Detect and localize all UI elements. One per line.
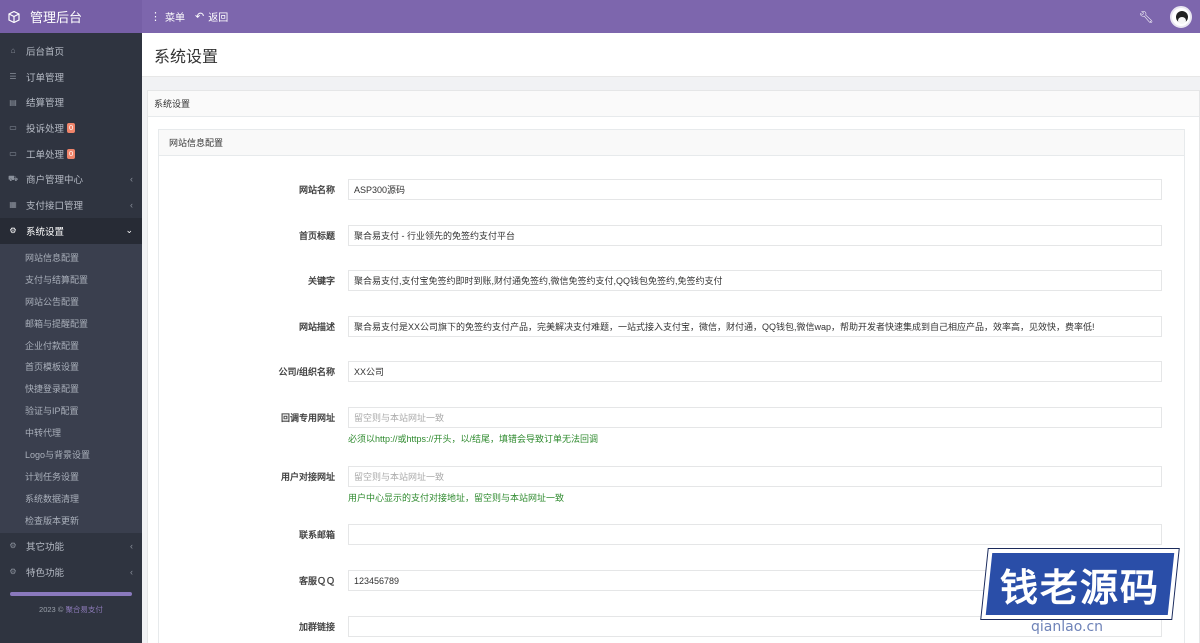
- sidebar-item-label: 商户管理中心: [26, 175, 84, 187]
- submenu-data-cleanup[interactable]: 系统数据清理: [0, 487, 142, 509]
- app-title: 管理后台: [30, 10, 83, 25]
- email-label: 联系邮箱: [298, 530, 335, 540]
- sidebar-item-label: 系统设置: [26, 226, 65, 238]
- sidebar-item-features[interactable]: ⚙ 特色功能 ‹: [0, 559, 142, 585]
- keywords-input[interactable]: 聚合易支付,支付宝免签约即时到账,财付通免签约,微信免签约支付,QQ钱包免签约,…: [348, 270, 1162, 291]
- user-api-url-help: 用户中心显示的支付对接地址，留空则与本站网址一致: [348, 493, 565, 503]
- file-icon: ▭: [9, 123, 17, 133]
- chevron-left-icon: ‹: [130, 199, 133, 210]
- wrench-icon[interactable]: 🔧︎: [1139, 10, 1154, 24]
- gears-icon: ⚙: [9, 567, 17, 577]
- description-label: 网站描述: [298, 322, 335, 332]
- brand[interactable]: 管理后台: [0, 0, 142, 33]
- keywords-label: 关键字: [307, 276, 335, 286]
- footer-divider: [10, 592, 132, 596]
- submenu-quick-login[interactable]: 快捷登录配置: [0, 378, 142, 400]
- sidebar-footer: 2023 © 聚合易支付: [0, 592, 142, 615]
- sidebar-item-tickets[interactable]: ▭ 工单处理 0: [0, 141, 142, 167]
- home-title-input[interactable]: 聚合易支付 - 行业领先的免签约支付平台: [348, 225, 1162, 246]
- submenu-enterprise-payment[interactable]: 企业付款配置: [0, 334, 142, 356]
- callback-url-label: 回调专用网址: [280, 413, 335, 423]
- submenu-site-info[interactable]: 网站信息配置: [0, 247, 142, 269]
- copyright-link[interactable]: 聚合易支付: [65, 605, 103, 614]
- sidebar-item-label: 后台首页: [26, 46, 65, 58]
- gears-icon: ⚙: [9, 541, 17, 551]
- cart-icon: ⛟: [8, 174, 19, 184]
- copyright: 2023 © 聚合易支付: [0, 604, 142, 615]
- menu-toggle-label: 菜单: [165, 13, 185, 24]
- sidebar-item-label: 订单管理: [26, 72, 65, 84]
- site-name-label: 网站名称: [298, 185, 335, 195]
- sidebar-item-label: 投诉处理: [26, 123, 65, 135]
- user-api-url-label: 用户对接网址: [280, 472, 335, 482]
- watermark-text: 钱老源码: [999, 565, 1160, 610]
- group-link-label: 加群链接: [298, 622, 335, 632]
- sidebar-item-label: 其它功能: [26, 541, 65, 553]
- callback-url-help: 必须以http://或https://开头，以/结尾，填错会导致订单无法回调: [348, 434, 599, 444]
- gear-icon: ⚙: [9, 226, 17, 236]
- sidebar-item-orders[interactable]: ☰ 订单管理: [0, 64, 142, 90]
- site-name-input[interactable]: ASP300源码: [348, 179, 1162, 200]
- submenu-cron-tasks[interactable]: 计划任务设置: [0, 465, 142, 487]
- chevron-left-icon: ‹: [130, 566, 133, 577]
- more-vertical-icon: ⋮: [150, 11, 161, 23]
- submenu-logo-background[interactable]: Logo与背景设置: [0, 444, 142, 466]
- grid-icon: ▦: [9, 200, 17, 210]
- inner-panel-title: 网站信息配置: [159, 130, 1184, 156]
- watermark-url: qianlao.cn: [1031, 619, 1104, 635]
- home-title-label: 首页标题: [298, 231, 335, 241]
- sidebar: ⌂ 后台首页 ☰ 订单管理 ▤ 结算管理 ▭ 投诉处理 0 ▭ 工单处理 0 ⛟…: [0, 33, 142, 643]
- callback-url-input[interactable]: 留空则与本站网址一致: [348, 407, 1162, 428]
- qq-label: 客服ＱＱ: [298, 576, 335, 586]
- bank-icon: ▤: [9, 97, 17, 107]
- undo-icon: ↶: [195, 11, 205, 23]
- sidebar-item-merchants[interactable]: ⛟ 商户管理中心 ‹: [0, 166, 142, 192]
- email-input[interactable]: [348, 524, 1162, 545]
- description-input[interactable]: 聚合易支付是XX公司旗下的免签约支付产品，完美解决支付难题，一站式接入支付宝，微…: [348, 316, 1162, 337]
- sidebar-item-other[interactable]: ⚙ 其它功能 ‹: [0, 533, 142, 559]
- menu-toggle-button[interactable]: ⋮ 菜单: [150, 9, 185, 24]
- company-input[interactable]: XX公司: [348, 361, 1162, 382]
- sidebar-item-home[interactable]: ⌂ 后台首页: [0, 38, 142, 64]
- user-api-url-input[interactable]: 留空则与本站网址一致: [348, 466, 1162, 487]
- sidebar-item-label: 特色功能: [26, 567, 65, 579]
- submenu-check-update[interactable]: 检查版本更新: [0, 509, 142, 531]
- sidebar-item-system-settings[interactable]: ⚙ 系统设置 ⌄: [0, 217, 142, 244]
- panel-title: 系统设置: [148, 91, 1199, 117]
- back-label: 返回: [208, 13, 229, 24]
- page-title: 系统设置: [142, 33, 1200, 77]
- submenu-verification-ip[interactable]: 验证与IP配置: [0, 400, 142, 422]
- sidebar-item-settlement[interactable]: ▤ 结算管理: [0, 89, 142, 115]
- top-bar: 管理后台 ⋮ 菜单 ↶ 返回 🔧︎: [0, 0, 1200, 33]
- sidebar-item-label: 工单处理: [26, 149, 65, 161]
- ticket-icon: ▭: [9, 149, 17, 159]
- complaints-badge: 0: [67, 122, 76, 133]
- sidebar-item-label: 结算管理: [26, 98, 65, 110]
- home-icon: ⌂: [10, 46, 16, 56]
- system-settings-submenu: 网站信息配置 支付与结算配置 网站公告配置 邮箱与提醒配置 企业付款配置 首页模…: [0, 243, 142, 534]
- sidebar-item-label: 支付接口管理: [26, 200, 84, 212]
- watermark-logo: 钱老源码 qianlao.cn: [977, 547, 1200, 637]
- company-label: 公司/组织名称: [278, 367, 335, 377]
- sidebar-item-complaints[interactable]: ▭ 投诉处理 0: [0, 115, 142, 141]
- chevron-left-icon: ‹: [130, 540, 133, 551]
- tickets-badge: 0: [67, 148, 76, 159]
- sidebar-item-payment-api[interactable]: ▦ 支付接口管理 ‹: [0, 192, 142, 218]
- submenu-homepage-template[interactable]: 首页模板设置: [0, 356, 142, 378]
- cube-icon: [8, 10, 20, 23]
- submenu-proxy[interactable]: 中转代理: [0, 422, 142, 444]
- submenu-payment-settlement[interactable]: 支付与结算配置: [0, 268, 142, 290]
- submenu-announcement[interactable]: 网站公告配置: [0, 290, 142, 312]
- submenu-email-reminder[interactable]: 邮箱与提醒配置: [0, 312, 142, 334]
- avatar[interactable]: [1170, 5, 1192, 28]
- chevron-down-icon: ⌄: [125, 225, 133, 236]
- chevron-left-icon: ‹: [130, 174, 133, 185]
- list-icon: ☰: [9, 72, 17, 82]
- back-button[interactable]: ↶ 返回: [195, 9, 228, 24]
- watermark-badge: 钱老源码: [981, 549, 1179, 619]
- copyright-year: 2023 ©: [39, 605, 64, 614]
